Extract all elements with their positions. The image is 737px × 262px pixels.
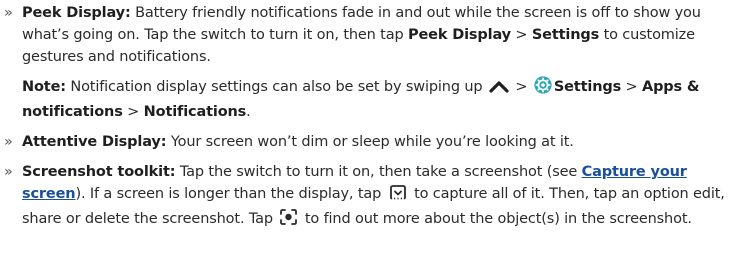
screenshot-text-1: Tap the switch to turn it on, then take … <box>175 164 582 180</box>
note-paragraph: Note: Notification display settings can … <box>2 76 725 123</box>
list-item-peek-display: » Peek Display: Battery friendly notific… <box>2 2 725 68</box>
note-end: . <box>246 104 251 120</box>
list-item-screenshot-toolkit: » Screenshot toolkit: Tap the switch to … <box>2 161 725 233</box>
separator: > <box>621 79 642 95</box>
attentive-text: Your screen won’t dim or sleep while you… <box>166 134 574 150</box>
separator: > <box>122 104 144 120</box>
chevron-up-icon <box>489 79 509 101</box>
bullet: » <box>4 5 13 21</box>
list-item-attentive-display: » Attentive Display: Your screen won’t d… <box>2 131 725 153</box>
peek-display-title: Peek Display: <box>22 5 131 21</box>
notifications-bold: Notifications <box>143 104 247 120</box>
bullet: » <box>4 134 13 150</box>
screenshot-text-4: to find out more about the object(s) in … <box>300 211 692 227</box>
screenshot-text-2: ). If a screen is longer than the displa… <box>75 186 386 202</box>
separator: > <box>510 27 532 43</box>
bullet: » <box>4 164 13 180</box>
lens-icon <box>279 208 298 233</box>
peek-display-bold: Peek Display <box>407 27 511 43</box>
attentive-display-title: Attentive Display: <box>22 134 167 150</box>
note-text-1: Notification display settings can also b… <box>65 79 487 95</box>
settings-bold: Settings <box>553 79 622 95</box>
capture-more-icon <box>388 184 408 208</box>
settings-gear-icon <box>534 76 552 101</box>
note-label: Note: <box>22 79 66 95</box>
separator: > <box>510 79 532 95</box>
settings-bold: Settings <box>531 27 600 43</box>
document-body: » Peek Display: Battery friendly notific… <box>0 0 737 233</box>
screenshot-toolkit-title: Screenshot toolkit: <box>22 164 176 180</box>
